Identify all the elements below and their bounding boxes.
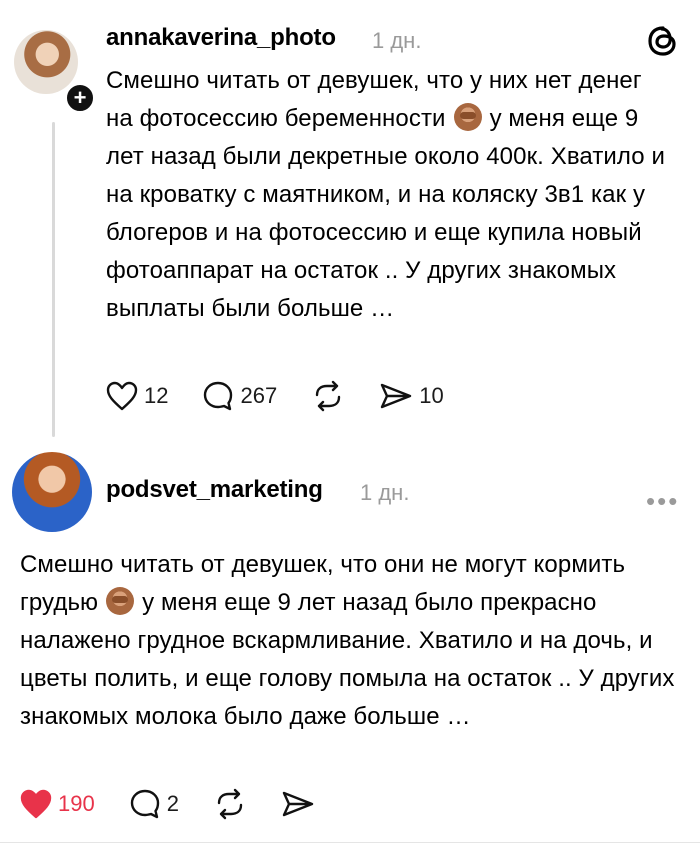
- see-no-evil-monkey-icon: [106, 587, 135, 615]
- heart-icon: [20, 789, 52, 819]
- thread-reply-post: podsvet_marketing 1 дн. ••• Смешно читат…: [0, 0, 700, 851]
- avatar[interactable]: [12, 452, 92, 532]
- share-icon: [282, 791, 314, 817]
- like-button[interactable]: 190: [20, 789, 95, 819]
- share-button[interactable]: [281, 789, 315, 819]
- comment-icon: [130, 789, 159, 819]
- repost-icon: [217, 788, 243, 820]
- like-count: 190: [58, 791, 95, 816]
- divider: [0, 842, 700, 843]
- comment-button[interactable]: 2: [129, 788, 179, 820]
- post-time: 1 дн.: [360, 480, 410, 505]
- comment-count: 2: [166, 791, 179, 816]
- post-actions: 190 2: [20, 788, 349, 820]
- repost-button[interactable]: [213, 788, 247, 820]
- post-text: Смешно читать от девушек, что они не мог…: [20, 546, 680, 736]
- more-icon[interactable]: •••: [646, 486, 679, 517]
- username[interactable]: podsvet_marketing: [106, 476, 323, 504]
